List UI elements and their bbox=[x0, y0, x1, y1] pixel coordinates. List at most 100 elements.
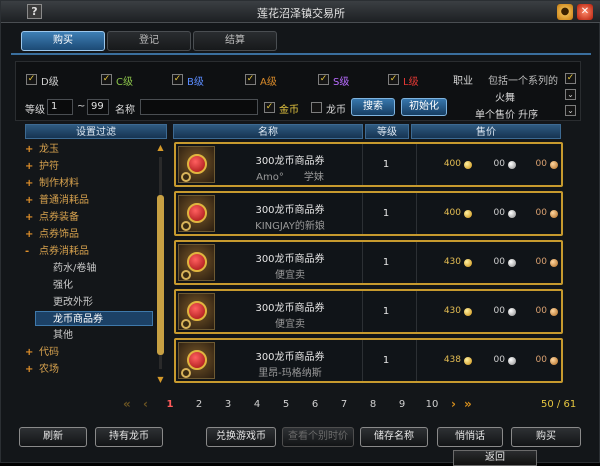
grade-l-checkbox[interactable]: ✓ bbox=[388, 74, 399, 85]
price-column-header[interactable]: 售价 bbox=[411, 124, 561, 139]
seller-name: 便宜卖 bbox=[275, 319, 305, 330]
minimize-button[interactable]: ● bbox=[557, 4, 573, 20]
copper-amount: 00 bbox=[535, 355, 547, 365]
page-link-2[interactable]: 2 bbox=[188, 399, 210, 410]
level-column-header[interactable]: 等级 bbox=[365, 124, 409, 139]
tree-item-potion-scroll[interactable]: 药水/卷轴 bbox=[53, 261, 96, 276]
tree-item-code[interactable]: + 代码 bbox=[25, 345, 59, 360]
table-row[interactable]: 300龙币商品券 KINGJAY的新娘 1 400 00 00 bbox=[174, 191, 563, 236]
reset-button[interactable]: 初始化 bbox=[401, 98, 447, 116]
copper-amount: 00 bbox=[535, 208, 547, 218]
silver-amount: 00 bbox=[493, 159, 505, 169]
tree-item-materials[interactable]: + 制作材料 bbox=[25, 176, 79, 191]
scroll-thumb[interactable] bbox=[157, 195, 164, 355]
trade-window: ? 莲花沼泽镇交易所 ● ✕ 购买 登记 结算 ✓ D级 ✓ C级 ✓ B级 ✓… bbox=[0, 0, 600, 466]
page-link-4[interactable]: 4 bbox=[246, 399, 268, 410]
refresh-button[interactable]: 刷新 bbox=[19, 427, 87, 447]
gold-checkbox[interactable]: ✓ bbox=[264, 102, 275, 113]
view-price-button[interactable]: 查看个别时价 bbox=[282, 427, 354, 447]
category-tree: + 龙玉 + 护符 + 制作材料 + 普通消耗品 + 点券装备 + 点券饰品 - 点券消耗品 … bbox=[25, 142, 165, 385]
page-link-9[interactable]: 9 bbox=[391, 399, 413, 410]
scroll-down-icon[interactable]: ▼ bbox=[156, 375, 165, 385]
tree-item-label: 普通消耗品 bbox=[39, 195, 89, 206]
close-button[interactable]: ✕ bbox=[577, 4, 593, 20]
back-button[interactable]: 返回 bbox=[453, 450, 537, 466]
tree-item-change-appearance[interactable]: 更改外形 bbox=[53, 295, 93, 310]
save-name-button[interactable]: 储存名称 bbox=[360, 427, 428, 447]
coupon-item-icon bbox=[178, 342, 215, 379]
tab-settle[interactable]: 结算 bbox=[193, 31, 277, 51]
grade-c-label: C级 bbox=[116, 77, 133, 88]
table-row[interactable]: 300龙币商品券 便宜卖 1 430 00 00 bbox=[174, 289, 563, 334]
tree-item-cash-equipment[interactable]: + 点券装备 bbox=[25, 210, 79, 225]
tree-item-dragon-coupon[interactable]: 龙币商品券 bbox=[35, 311, 153, 326]
level-min-input[interactable]: 1 bbox=[47, 99, 73, 115]
window-title: 莲花沼泽镇交易所 bbox=[257, 7, 345, 20]
copper-coin-icon bbox=[550, 259, 558, 267]
whisper-button[interactable]: 悄悄话 bbox=[437, 427, 503, 447]
page-link-6[interactable]: 6 bbox=[304, 399, 326, 410]
tree-item-cash-accessories[interactable]: + 点券饰品 bbox=[25, 227, 79, 242]
include-series-checkbox[interactable]: ✓ bbox=[565, 73, 576, 84]
tree-item-label: 农场 bbox=[39, 364, 59, 375]
grade-a-checkbox[interactable]: ✓ bbox=[245, 74, 256, 85]
tree-item-consumables[interactable]: + 普通消耗品 bbox=[25, 193, 89, 208]
item-name: 300龙币商品券 bbox=[255, 156, 325, 167]
tree-item-enhance[interactable]: 强化 bbox=[53, 278, 73, 293]
page-link-3[interactable]: 3 bbox=[217, 399, 239, 410]
expand-plus-icon: + bbox=[25, 212, 34, 223]
name-input[interactable] bbox=[140, 99, 258, 115]
silver-amount: 00 bbox=[493, 306, 505, 316]
own-dragon-coin-button[interactable]: 持有龙币 bbox=[95, 427, 163, 447]
copper-coin-icon bbox=[550, 357, 558, 365]
gold-amount: 438 bbox=[443, 355, 461, 365]
sort-value[interactable]: 单个售价 升序 bbox=[475, 106, 538, 121]
dragon-coin-checkbox[interactable] bbox=[311, 102, 322, 113]
sort-dropdown-chevron-icon[interactable]: ⌄ bbox=[565, 105, 576, 116]
next-page-icon[interactable]: › bbox=[451, 397, 456, 411]
include-series-label: 包括一个系列的 bbox=[488, 76, 558, 87]
tab-buy[interactable]: 购买 bbox=[21, 31, 105, 51]
item-price: 438 00 00 bbox=[416, 340, 561, 381]
gold-coin-icon bbox=[464, 210, 472, 218]
exchange-game-coin-button[interactable]: 兑换游戏币 bbox=[206, 427, 276, 447]
grade-c-checkbox[interactable]: ✓ bbox=[101, 74, 112, 85]
tab-register[interactable]: 登记 bbox=[107, 31, 191, 51]
page-link-1[interactable]: 1 bbox=[159, 399, 181, 410]
expand-plus-icon: + bbox=[25, 347, 34, 358]
seller-name: 里昂-玛格纳斯 bbox=[258, 368, 322, 379]
table-row[interactable]: 300龙币商品券 便宜卖 1 430 00 00 bbox=[174, 240, 563, 285]
page-link-7[interactable]: 7 bbox=[333, 399, 355, 410]
tree-item-dragon-jade[interactable]: + 龙玉 bbox=[25, 142, 59, 157]
grade-d-checkbox[interactable]: ✓ bbox=[26, 74, 37, 85]
tree-scrollbar[interactable]: ▲ ▼ bbox=[156, 143, 165, 385]
tree-item-cash-consumables[interactable]: - 点券消耗品 bbox=[25, 244, 89, 259]
grade-a-label: A级 bbox=[260, 77, 277, 88]
coupon-item-icon bbox=[178, 146, 215, 183]
page-link-8[interactable]: 8 bbox=[362, 399, 384, 410]
tree-item-other[interactable]: 其他 bbox=[53, 328, 73, 343]
tree-item-farm[interactable]: + 农场 bbox=[25, 362, 59, 377]
seller-name: 便宜卖 bbox=[275, 270, 305, 281]
search-button[interactable]: 搜索 bbox=[351, 98, 395, 116]
name-label: 名称 bbox=[115, 105, 135, 116]
item-price: 400 00 00 bbox=[416, 193, 561, 234]
buy-button[interactable]: 购买 bbox=[511, 427, 581, 447]
grade-s-checkbox[interactable]: ✓ bbox=[318, 74, 329, 85]
tree-item-amulet[interactable]: + 护符 bbox=[25, 159, 59, 174]
page-link-10[interactable]: 10 bbox=[421, 399, 443, 410]
page-link-5[interactable]: 5 bbox=[275, 399, 297, 410]
job-dropdown-chevron-icon[interactable]: ⌄ bbox=[565, 89, 576, 100]
item-name: 300龙币商品券 bbox=[255, 352, 325, 363]
gold-amount: 400 bbox=[443, 159, 461, 169]
table-row[interactable]: 300龙币商品券 里昂-玛格纳斯 1 438 00 00 bbox=[174, 338, 563, 383]
table-row[interactable]: 300龙币商品券 Amo° 学妹 1 400 00 00 bbox=[174, 142, 563, 187]
level-max-input[interactable]: 99 bbox=[87, 99, 109, 115]
name-column-header[interactable]: 名称 bbox=[173, 124, 363, 139]
page-count: 50 / 61 bbox=[541, 399, 577, 410]
first-page-icon: « bbox=[123, 397, 131, 411]
job-value[interactable]: 火舞 bbox=[495, 89, 515, 104]
last-page-icon[interactable]: » bbox=[464, 397, 472, 411]
scroll-up-icon[interactable]: ▲ bbox=[156, 143, 165, 153]
grade-b-checkbox[interactable]: ✓ bbox=[172, 74, 183, 85]
